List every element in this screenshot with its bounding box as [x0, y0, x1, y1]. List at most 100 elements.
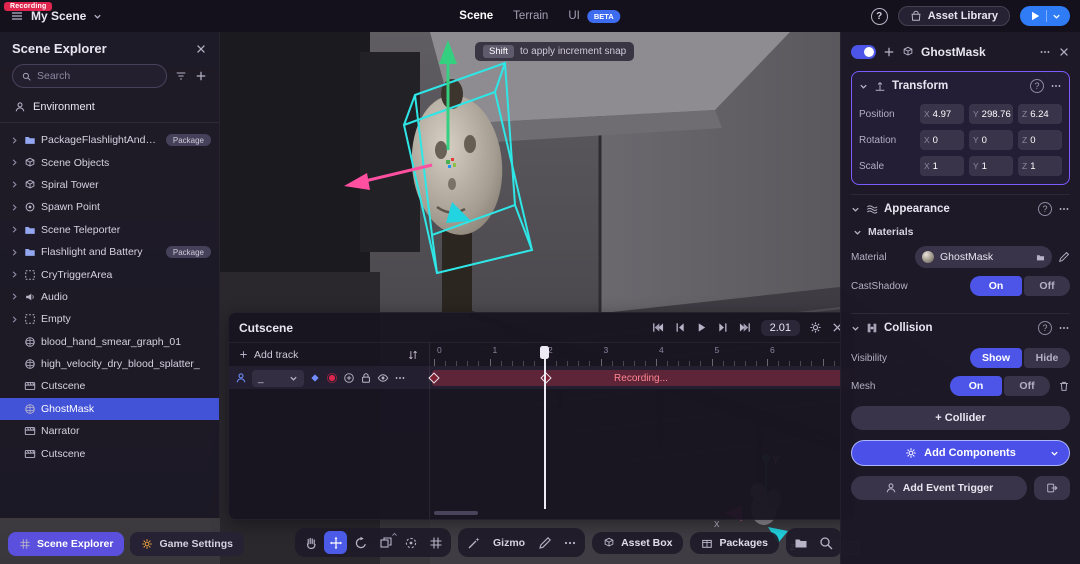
entity-options-button[interactable]	[1039, 46, 1051, 58]
track-options-button[interactable]	[394, 372, 406, 384]
folder-button[interactable]	[790, 531, 813, 554]
game-settings-button[interactable]: Game Settings	[130, 532, 244, 556]
rotation-x-input[interactable]: X0	[920, 130, 964, 150]
collapse-icon[interactable]	[853, 228, 862, 237]
track-sort-icon[interactable]	[407, 349, 419, 361]
collapse-icon[interactable]	[859, 82, 868, 91]
menu-icon[interactable]	[10, 9, 24, 23]
tree-item-crytriggerarea[interactable]: CryTriggerArea	[0, 263, 219, 285]
transform-options-button[interactable]	[1050, 80, 1062, 92]
skip-to-start-button[interactable]	[651, 321, 664, 334]
search-input[interactable]: Search	[12, 64, 167, 88]
duplicate-tool-button[interactable]	[374, 531, 397, 554]
tree-item-empty[interactable]: Empty	[0, 308, 219, 330]
chevron-right-icon[interactable]	[10, 225, 19, 234]
tree-item-flashlight-and-battery[interactable]: Flashlight and BatteryPackage	[0, 241, 219, 263]
add-icon[interactable]	[883, 46, 895, 58]
timeline-empty-area[interactable]	[429, 389, 854, 519]
asset-library-button[interactable]: Asset Library	[898, 6, 1010, 26]
castshadow-off-button[interactable]: Off	[1024, 276, 1070, 296]
timeline-time-display[interactable]: 2.01	[761, 320, 800, 336]
timeline-scrollbar[interactable]	[434, 511, 478, 515]
play-button[interactable]	[1020, 6, 1070, 26]
viewport-search-button[interactable]	[815, 531, 838, 554]
scale-x-input[interactable]: X1	[920, 156, 964, 176]
tree-item-scene-teleporter[interactable]: Scene Teleporter	[0, 219, 219, 241]
add-entity-button[interactable]	[195, 70, 207, 82]
packages-button[interactable]: Packages	[690, 532, 778, 554]
tab-ui[interactable]: UI	[568, 10, 580, 22]
close-panel-icon[interactable]	[195, 43, 207, 55]
move-tool-button[interactable]	[324, 531, 347, 554]
previous-keyframe-button[interactable]	[673, 321, 686, 334]
material-picker[interactable]: GhostMask	[915, 246, 1052, 268]
scale-y-input[interactable]: Y1	[969, 156, 1013, 176]
tree-item-cutscene[interactable]: Cutscene	[0, 375, 219, 397]
visibility-show-button[interactable]: Show	[970, 348, 1022, 368]
track-property-dropdown[interactable]: _	[252, 370, 304, 387]
add-property-button[interactable]	[343, 372, 355, 384]
rotate-tool-button[interactable]	[349, 531, 372, 554]
scale-z-input[interactable]: Z1	[1018, 156, 1062, 176]
timeline-track-area[interactable]: Recording...	[429, 367, 854, 389]
filter-button[interactable]	[175, 70, 187, 82]
tree-item-spiral-tower[interactable]: Spiral Tower	[0, 174, 219, 196]
timeline-ruler[interactable]: 0123456	[429, 343, 854, 367]
edit-material-button[interactable]	[1058, 251, 1070, 263]
chevron-right-icon[interactable]	[10, 315, 19, 324]
snap-tool-button[interactable]	[399, 531, 422, 554]
delete-mesh-button[interactable]	[1058, 380, 1070, 392]
collision-help-icon[interactable]: ?	[1038, 321, 1052, 335]
position-z-input[interactable]: Z6.24	[1018, 104, 1062, 124]
chevron-down-icon[interactable]	[93, 12, 102, 21]
chevron-right-icon[interactable]	[10, 270, 19, 279]
folder-icon[interactable]	[1036, 253, 1045, 262]
more-tools-button[interactable]	[558, 531, 581, 554]
chevron-right-icon[interactable]	[10, 158, 19, 167]
skip-to-end-button[interactable]	[739, 321, 752, 334]
help-button[interactable]: ?	[871, 8, 888, 25]
tree-item-cutscene[interactable]: Cutscene	[0, 442, 219, 464]
chevron-right-icon[interactable]	[10, 180, 19, 189]
visibility-hide-button[interactable]: Hide	[1024, 348, 1070, 368]
tab-terrain[interactable]: Terrain	[513, 10, 548, 22]
inspector-close-icon[interactable]	[1058, 46, 1070, 58]
scene-menu-button[interactable]: My Scene	[31, 9, 86, 23]
timeline-playhead[interactable]	[544, 357, 546, 509]
next-keyframe-button[interactable]	[717, 321, 730, 334]
playhead-handle[interactable]	[540, 346, 549, 359]
chevron-right-icon[interactable]	[10, 248, 19, 257]
magic-wand-button[interactable]	[462, 531, 485, 554]
tab-scene[interactable]: Scene	[459, 10, 493, 22]
recording-track-bar[interactable]: Recording...	[432, 370, 850, 386]
add-keyframe-button[interactable]	[309, 372, 321, 384]
add-collider-button[interactable]: + Collider	[851, 406, 1070, 430]
tree-item-packageflashlightandbattery[interactable]: PackageFlashlightAndBatteryPackage	[0, 129, 219, 151]
pen-tool-button[interactable]	[533, 531, 556, 554]
paste-component-button[interactable]	[1034, 476, 1070, 500]
add-event-trigger-button[interactable]: Add Event Trigger	[851, 476, 1027, 500]
appearance-options-button[interactable]	[1058, 203, 1070, 215]
chevron-right-icon[interactable]	[10, 136, 19, 145]
mesh-on-button[interactable]: On	[950, 376, 1002, 396]
tree-item-spawn-point[interactable]: Spawn Point	[0, 196, 219, 218]
add-components-button[interactable]: Add Components	[851, 440, 1070, 466]
collapse-icon[interactable]	[851, 324, 860, 333]
grid-tool-button[interactable]	[424, 531, 447, 554]
environment-item[interactable]: Environment	[0, 96, 219, 118]
transform-help-icon[interactable]: ?	[1030, 79, 1044, 93]
tree-item-high-velocity-dry-blood-splatter[interactable]: high_velocity_dry_blood_splatter_	[0, 353, 219, 375]
timeline-settings-icon[interactable]	[809, 321, 822, 334]
appearance-help-icon[interactable]: ?	[1038, 202, 1052, 216]
lock-track-button[interactable]	[360, 372, 372, 384]
scene-explorer-toggle-button[interactable]: Scene Explorer	[8, 532, 124, 556]
record-button[interactable]	[326, 372, 338, 384]
collision-options-button[interactable]	[1058, 322, 1070, 334]
tree-item-ghostmask[interactable]: GhostMask	[0, 398, 219, 420]
gizmo-mode-button[interactable]: Gizmo	[487, 537, 531, 549]
pan-tool-button[interactable]	[299, 531, 322, 554]
add-track-button[interactable]: Add track	[229, 343, 429, 367]
tree-item-blood-hand-smear-graph-01[interactable]: blood_hand_smear_graph_01	[0, 331, 219, 353]
mesh-off-button[interactable]: Off	[1004, 376, 1050, 396]
tree-item-narrator[interactable]: Narrator	[0, 420, 219, 442]
